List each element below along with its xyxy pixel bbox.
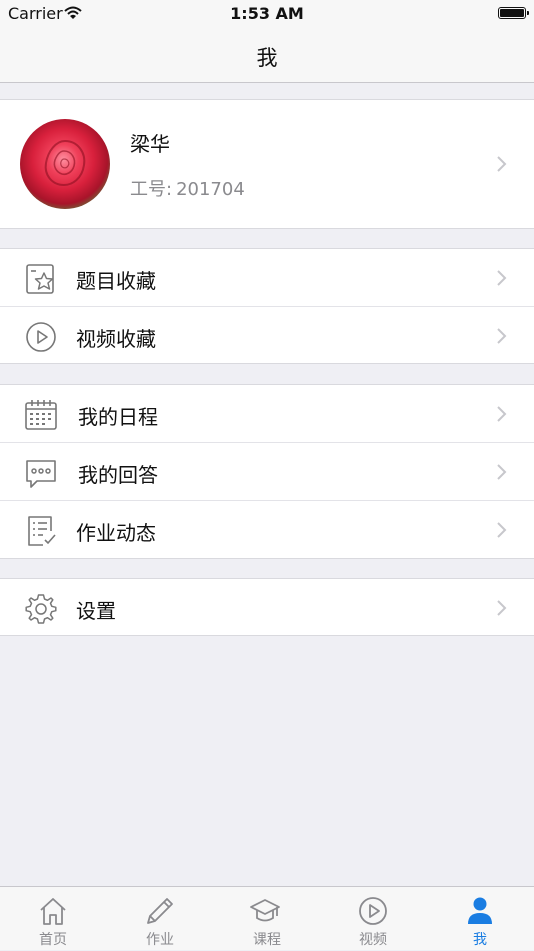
- tab-homework[interactable]: 作业: [107, 887, 213, 951]
- chevron-right-icon: [497, 464, 507, 480]
- person-icon: [468, 897, 492, 924]
- menu-item-homework-updates[interactable]: 作业动态: [0, 501, 534, 559]
- chevron-right-icon: [497, 406, 507, 422]
- tab-videos[interactable]: 视频: [320, 887, 426, 951]
- tab-label: 课程: [253, 932, 281, 948]
- tab-courses[interactable]: 课程: [214, 887, 320, 951]
- battery-icon: [498, 7, 529, 19]
- menu-item-label: 视频收藏: [76, 327, 156, 351]
- user-name: 梁华: [130, 132, 170, 156]
- calendar-icon: [25, 400, 57, 430]
- pencil-icon: [147, 898, 173, 924]
- chevron-right-icon: [497, 600, 507, 616]
- home-icon: [40, 898, 66, 925]
- menu-item-label: 我的回答: [78, 463, 158, 487]
- tab-label: 视频: [359, 932, 387, 948]
- employee-number-label: 工号:: [130, 179, 173, 200]
- star-note-icon: [26, 264, 54, 294]
- chevron-right-icon: [497, 522, 507, 538]
- chat-bubble-icon: [26, 460, 56, 488]
- employee-number: 工号: 201704: [130, 175, 245, 201]
- checklist-icon: [28, 516, 56, 546]
- activity-group: 我的日程 我的回答 作业动态: [0, 384, 534, 559]
- navigation-bar: 我: [0, 28, 534, 83]
- menu-item-label: 设置: [76, 599, 116, 623]
- profile-card[interactable]: 梁华 工号: 201704: [0, 99, 534, 229]
- chevron-right-icon: [497, 328, 507, 344]
- menu-item-my-answers[interactable]: 我的回答: [0, 443, 534, 501]
- menu-item-question-favorites[interactable]: 题目收藏: [0, 249, 534, 307]
- play-circle-icon: [26, 322, 56, 352]
- tab-home[interactable]: 首页: [0, 887, 106, 951]
- play-circle-icon: [359, 897, 387, 925]
- employee-number-value: 201704: [176, 179, 245, 200]
- avatar[interactable]: [20, 119, 110, 209]
- status-bar: Carrier 1:53 AM: [0, 0, 534, 28]
- tab-label: 我: [473, 932, 487, 948]
- menu-item-video-favorites[interactable]: 视频收藏: [0, 307, 534, 365]
- menu-item-settings[interactable]: 设置: [0, 579, 534, 637]
- status-time: 1:53 AM: [230, 4, 304, 23]
- tab-me[interactable]: 我: [427, 887, 533, 951]
- graduation-cap-icon: [250, 899, 280, 922]
- menu-item-label: 我的日程: [78, 405, 158, 429]
- settings-group: 设置: [0, 578, 534, 636]
- tab-label: 作业: [146, 932, 174, 948]
- menu-item-my-schedule[interactable]: 我的日程: [0, 385, 534, 443]
- tab-label: 首页: [39, 932, 67, 948]
- favorites-group: 题目收藏 视频收藏: [0, 248, 534, 364]
- menu-item-label: 作业动态: [76, 521, 156, 545]
- chevron-right-icon: [497, 156, 507, 172]
- gear-icon: [25, 594, 57, 624]
- menu-item-label: 题目收藏: [76, 269, 156, 293]
- tab-bar: 首页 作业 课程 视频 我: [0, 886, 534, 950]
- page-title: 我: [256, 46, 278, 70]
- chevron-right-icon: [497, 270, 507, 286]
